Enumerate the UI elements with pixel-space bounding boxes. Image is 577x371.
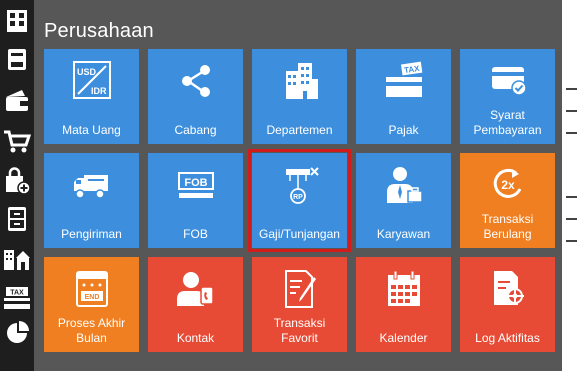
book-icon[interactable] — [2, 44, 32, 74]
svg-text:USD: USD — [77, 67, 97, 77]
cart-icon[interactable] — [2, 126, 32, 156]
tile-pengiriman[interactable]: Pengiriman — [44, 153, 139, 248]
company-menu-panel: Perusahaan USD IDR Mata Uang Cabang Depar… — [34, 0, 562, 371]
tile-syarat-pembayaran[interactable]: Syarat Pembayaran — [460, 49, 555, 144]
card-check-icon — [491, 67, 527, 96]
svg-text:IDR: IDR — [91, 86, 107, 96]
cabinet-icon[interactable] — [2, 204, 32, 234]
tile-label: Syarat Pembayaran — [473, 108, 542, 137]
tile-label: Pajak — [388, 123, 419, 137]
tile-label: Cabang — [174, 123, 217, 137]
tile-label: Proses Akhir Bulan — [57, 316, 126, 345]
tile-mata-uang[interactable]: USD IDR Mata Uang — [44, 49, 139, 144]
month-end-icon: END — [75, 271, 108, 307]
buildings-icon — [285, 63, 318, 99]
tile-label: Karyawan — [376, 227, 431, 241]
svg-text:TAX: TAX — [10, 290, 24, 297]
currency-icon: USD IDR — [72, 61, 111, 99]
tile-gaji-tunjangan[interactable]: RP Gaji/Tunjangan — [248, 149, 351, 252]
tile-fob[interactable]: FOB FOB — [148, 153, 243, 248]
tile-label: Transaksi Favorit — [273, 316, 326, 345]
tile-label: Mata Uang — [62, 123, 121, 137]
tile-proses-akhir-bulan[interactable]: END Proses Akhir Bulan — [44, 257, 139, 352]
svg-text:TAX: TAX — [403, 64, 420, 75]
calendar-icon — [387, 270, 420, 306]
svg-text:RP: RP — [293, 194, 303, 201]
pie-chart-icon[interactable] — [2, 318, 32, 348]
wallet-icon[interactable] — [2, 86, 32, 116]
tile-label: Transaksi Berulang — [481, 212, 534, 241]
tax-icon[interactable]: TAX — [2, 283, 32, 313]
contact-icon — [176, 272, 214, 306]
svg-text:END: END — [84, 294, 99, 301]
svg-text:FOB: FOB — [184, 177, 207, 189]
share-icon — [181, 65, 210, 97]
sidebar: TAX — [0, 0, 34, 371]
employee-icon — [386, 167, 423, 203]
fob-sign-icon: FOB — [177, 172, 214, 198]
salary-icon: RP — [285, 167, 319, 204]
background-page-edge — [562, 0, 577, 371]
tile-label: Log Aktifitas — [475, 331, 540, 345]
tile-transaksi-favorit[interactable]: Transaksi Favorit — [252, 257, 347, 352]
tile-label: Departemen — [266, 123, 333, 137]
city-icon[interactable] — [2, 244, 32, 274]
bag-add-icon[interactable] — [2, 166, 32, 196]
tile-label: Kalender — [379, 331, 428, 345]
panel-title: Perusahaan — [44, 20, 154, 42]
truck-icon — [73, 175, 108, 199]
tile-label: Kontak — [176, 331, 215, 345]
tile-label: FOB — [183, 227, 208, 241]
tile-log-aktifitas[interactable]: Log Aktifitas — [460, 257, 555, 352]
tile-kalender[interactable]: Kalender — [356, 257, 451, 352]
tile-transaksi-berulang[interactable]: 2x Transaksi Berulang — [460, 153, 555, 248]
tile-cabang[interactable]: Cabang — [148, 49, 243, 144]
tile-pajak[interactable]: TAX Pajak — [356, 49, 451, 144]
tile-label: Pengiriman — [61, 227, 122, 241]
repeat-2x-icon: 2x — [493, 168, 521, 198]
tax-tag-icon: TAX — [385, 61, 422, 97]
svg-text:2x: 2x — [501, 178, 515, 192]
tile-kontak[interactable]: Kontak — [148, 257, 243, 352]
tile-departemen[interactable]: Departemen — [252, 49, 347, 144]
activity-log-icon — [493, 271, 524, 305]
tile-karyawan[interactable]: Karyawan — [356, 153, 451, 248]
tile-label: Gaji/Tunjangan — [259, 227, 340, 241]
building-icon[interactable] — [2, 6, 32, 36]
favorite-note-icon — [284, 270, 316, 308]
